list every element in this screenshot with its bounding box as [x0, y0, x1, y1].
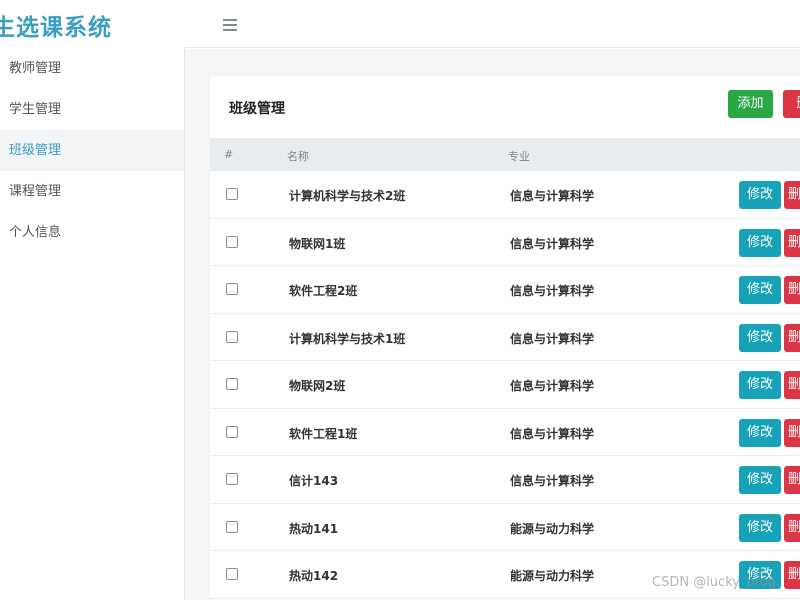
edit-button[interactable]: 修改 [739, 276, 781, 304]
row-checkbox[interactable] [226, 568, 238, 580]
column-header-index: # [224, 148, 234, 161]
table-row: 热动141 能源与动力科学 修改删 [210, 504, 800, 551]
delete-button[interactable]: 删 [784, 466, 800, 494]
class-name-cell: 热动142 [289, 569, 339, 583]
sidebar-item-students[interactable]: 学生管理 [0, 89, 184, 130]
class-name-cell: 物联网2班 [289, 379, 346, 393]
sidebar-item-classes[interactable]: 班级管理 [0, 130, 184, 171]
class-name-cell: 软件工程2班 [289, 284, 358, 298]
card-header: 班级管理 添加 删 [210, 76, 800, 138]
sidebar-item-courses[interactable]: 课程管理 [0, 171, 184, 212]
hamburger-icon[interactable] [223, 19, 237, 31]
app-root: 生选课系统 教师管理 学生管理 班级管理 课程管理 个人信息 班级管理 添加 删… [0, 0, 800, 600]
row-checkbox[interactable] [226, 473, 238, 485]
delete-button[interactable]: 删 [784, 371, 800, 399]
edit-button[interactable]: 修改 [739, 371, 781, 399]
brand: 生选课系统 [0, 0, 185, 48]
delete-button[interactable]: 删 [784, 561, 800, 589]
table-row: 物联网1班 信息与计算科学 修改删 [210, 219, 800, 266]
delete-selected-button[interactable]: 删 [783, 90, 800, 118]
major-cell: 信息与计算科学 [510, 189, 595, 203]
class-name-cell: 计算机科学与技术2班 [289, 189, 406, 203]
major-cell: 能源与动力科学 [510, 569, 595, 583]
delete-button[interactable]: 删 [784, 181, 800, 209]
class-name-cell: 物联网1班 [289, 236, 346, 251]
column-header-name[interactable]: 名称 [287, 148, 309, 164]
major-cell: 信息与计算科学 [510, 284, 595, 298]
class-name-cell: 热动141 [289, 521, 339, 536]
class-name-cell: 软件工程1班 [289, 426, 358, 441]
row-checkbox[interactable] [226, 378, 238, 390]
watermark: CSDN @lucky_prog [652, 575, 776, 590]
row-checkbox[interactable] [226, 330, 238, 343]
row-checkbox[interactable] [226, 283, 238, 295]
table-row: 物联网2班 信息与计算科学 修改删 [210, 361, 800, 409]
add-button[interactable]: 添加 [728, 90, 773, 118]
major-cell: 能源与动力科学 [510, 521, 595, 536]
row-checkbox[interactable] [226, 520, 238, 533]
delete-button[interactable]: 删 [784, 276, 800, 304]
row-checkbox[interactable] [226, 425, 238, 438]
class-name-cell: 计算机科学与技术1班 [289, 331, 406, 346]
delete-button[interactable]: 删 [784, 323, 800, 352]
major-cell: 信息与计算科学 [510, 331, 595, 346]
row-checkbox[interactable] [226, 188, 238, 200]
delete-button[interactable]: 删 [784, 513, 800, 542]
table-row: 软件工程2班 信息与计算科学 修改删 [210, 266, 800, 314]
sidebar-item-profile[interactable]: 个人信息 [0, 212, 184, 253]
major-cell: 信息与计算科学 [510, 236, 595, 251]
edit-button[interactable]: 修改 [739, 228, 781, 257]
app-title: 生选课系统 [0, 15, 112, 41]
major-cell: 信息与计算科学 [510, 379, 595, 393]
page-title: 班级管理 [229, 101, 285, 117]
table-row: 计算机科学与技术1班 信息与计算科学 修改删 [210, 314, 800, 361]
sidebar-item-teachers[interactable]: 教师管理 [0, 48, 184, 89]
table-header: # 名称 专业 [210, 138, 800, 171]
class-name-cell: 信计143 [289, 474, 339, 488]
table-body: 计算机科学与技术2班 信息与计算科学 修改删物联网1班 信息与计算科学 修改删软件工程2… [210, 171, 800, 599]
major-cell: 信息与计算科学 [510, 474, 595, 488]
edit-button[interactable]: 修改 [739, 181, 781, 209]
class-management-card: 班级管理 添加 删 # 名称 专业 计算机科学与技术2班信息与计算科学修改删物联… [210, 76, 800, 600]
major-cell: 信息与计算科学 [510, 426, 595, 441]
table-row: 软件工程1班 信息与计算科学 修改删 [210, 409, 800, 456]
edit-button[interactable]: 修改 [739, 466, 781, 494]
delete-button[interactable]: 删 [784, 418, 800, 447]
sidebar: 教师管理 学生管理 班级管理 课程管理 个人信息 [0, 48, 185, 600]
table-row: 计算机科学与技术2班 信息与计算科学 修改删 [210, 171, 800, 219]
row-checkbox[interactable] [226, 235, 238, 248]
table-row: 信计143 信息与计算科学 修改删 [210, 456, 800, 504]
column-header-major[interactable]: 专业 [508, 148, 530, 164]
main-content: 班级管理 添加 删 # 名称 专业 计算机科学与技术2班信息与计算科学修改删物联… [185, 49, 800, 600]
top-header [185, 0, 800, 48]
edit-button[interactable]: 修改 [739, 323, 781, 352]
edit-button[interactable]: 修改 [739, 513, 781, 542]
delete-button[interactable]: 删 [784, 228, 800, 257]
edit-button[interactable]: 修改 [739, 418, 781, 447]
